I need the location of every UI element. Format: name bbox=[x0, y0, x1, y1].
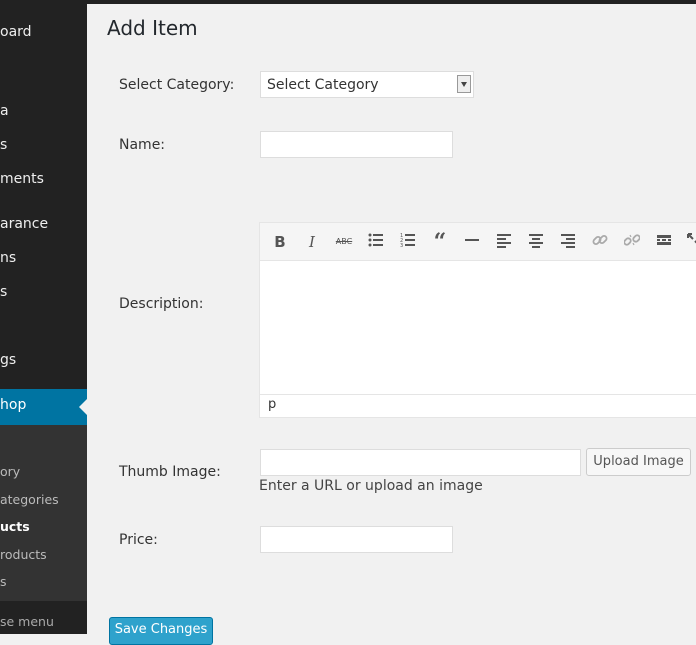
save-changes-button[interactable]: Save Changes bbox=[109, 617, 213, 645]
description-label: Description: bbox=[119, 296, 204, 312]
sidebar-item-label: ns bbox=[0, 250, 17, 266]
sidebar-item-label: s bbox=[0, 137, 8, 153]
sidebar-item-comments[interactable]: ments bbox=[0, 171, 87, 193]
thumb-image-label: Thumb Image: bbox=[119, 464, 221, 480]
price-input[interactable] bbox=[260, 526, 453, 553]
category-label: Select Category: bbox=[119, 77, 235, 93]
category-select[interactable]: Select Category bbox=[260, 71, 474, 98]
sidebar-item-label: s bbox=[0, 284, 8, 300]
bullet-list-icon[interactable] bbox=[366, 232, 386, 252]
sidebar-item-label: arance bbox=[0, 216, 49, 232]
read-more-icon[interactable] bbox=[654, 232, 674, 252]
strikethrough-icon[interactable]: ABC bbox=[334, 232, 354, 252]
unlink-icon[interactable] bbox=[622, 232, 642, 252]
editor-path-bar: p bbox=[260, 394, 696, 417]
name-input[interactable] bbox=[260, 131, 453, 158]
name-label: Name: bbox=[119, 137, 166, 153]
chevron-down-icon bbox=[457, 75, 471, 93]
admin-sidebar: oard a s ments arance ns s gs hop ory at… bbox=[0, 4, 87, 634]
sidebar-item-settings[interactable]: gs bbox=[0, 352, 87, 374]
bold-icon[interactable]: B bbox=[270, 232, 290, 252]
sidebar-item-label: ments bbox=[0, 171, 44, 187]
category-select-value: Select Category bbox=[267, 77, 379, 93]
editor-content-area[interactable] bbox=[260, 261, 696, 395]
admin-top-bar bbox=[0, 0, 696, 4]
horizontal-rule-icon[interactable] bbox=[462, 232, 482, 252]
sidebar-item-label: oard bbox=[0, 24, 32, 40]
submenu-item-add-products[interactable]: roducts bbox=[0, 547, 47, 562]
thumb-image-hint: Enter a URL or upload an image bbox=[259, 478, 483, 494]
sidebar-item-dashboard[interactable]: oard bbox=[0, 24, 87, 46]
editor-path-label: p bbox=[268, 397, 277, 412]
fullscreen-icon[interactable] bbox=[684, 232, 696, 252]
sidebar-item-users[interactable]: s bbox=[0, 284, 87, 306]
sidebar-submenu: ory ategories ucts roducts s bbox=[0, 425, 87, 601]
submenu-item-categories[interactable]: ategories bbox=[0, 492, 59, 507]
sidebar-item-label: gs bbox=[0, 352, 17, 368]
thumb-image-input[interactable] bbox=[260, 449, 581, 476]
align-left-icon[interactable] bbox=[494, 232, 514, 252]
editor-toolbar: B I ABC 123 “ bbox=[260, 223, 696, 261]
blockquote-icon[interactable]: “ bbox=[430, 231, 450, 253]
sidebar-item-label: a bbox=[0, 103, 9, 119]
sidebar-item-media[interactable]: a bbox=[0, 103, 87, 125]
numbered-list-icon[interactable]: 123 bbox=[398, 232, 418, 252]
page-title: Add Item bbox=[107, 16, 198, 40]
align-center-icon[interactable] bbox=[526, 232, 546, 252]
collapse-menu-label: se menu bbox=[0, 614, 54, 629]
collapse-menu-button[interactable]: se menu bbox=[0, 604, 87, 634]
sidebar-item-shop[interactable]: hop bbox=[0, 397, 87, 419]
italic-icon[interactable]: I bbox=[302, 232, 322, 252]
link-icon[interactable] bbox=[590, 232, 610, 252]
submenu-item-products[interactable]: ucts bbox=[0, 519, 30, 534]
upload-image-button[interactable]: Upload Image bbox=[586, 448, 691, 476]
svg-text:3: 3 bbox=[400, 243, 403, 248]
align-right-icon[interactable] bbox=[558, 232, 578, 252]
submenu-item-category[interactable]: ory bbox=[0, 464, 20, 479]
sidebar-item-plugins[interactable]: ns bbox=[0, 250, 87, 272]
price-label: Price: bbox=[119, 532, 158, 548]
submenu-item-settings[interactable]: s bbox=[0, 574, 7, 589]
sidebar-item-appearance[interactable]: arance bbox=[0, 216, 87, 238]
sidebar-item-label: hop bbox=[0, 397, 27, 413]
description-editor: B I ABC 123 “ p bbox=[259, 222, 696, 418]
sidebar-item-pages[interactable]: s bbox=[0, 137, 87, 159]
